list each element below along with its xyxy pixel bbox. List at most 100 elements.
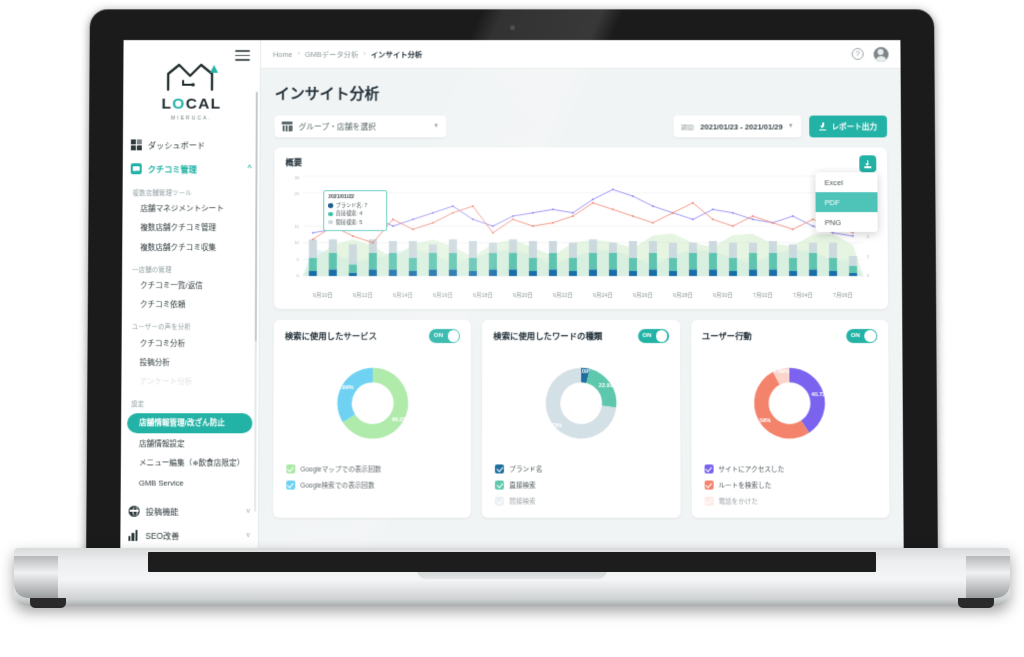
chart-x-tick: 6月16日 xyxy=(433,292,453,299)
logo-subtext: MIERUCA. xyxy=(170,115,212,122)
breadcrumb-item-gmb-data[interactable]: GMBデータ分析 xyxy=(305,49,359,60)
chevron-down-icon: ▼ xyxy=(433,123,440,130)
sidebar-item-survey-analysis[interactable]: アンケート分析 xyxy=(121,373,258,392)
sidebar-item-label: 投稿機能 xyxy=(145,507,179,517)
sidebar-item-store-info-settings[interactable]: 店舗情報設定 xyxy=(121,435,258,454)
sidebar-item-seo-improvement[interactable]: SEO改善 v xyxy=(120,523,258,547)
donut-card-row: 検索に使用したサービス ON 66.01% 33.99% Googleマップでの… xyxy=(273,320,890,518)
sidebar-group-settings: 設定 xyxy=(131,401,145,409)
legend-row[interactable]: 間接検索 xyxy=(495,496,667,506)
donut-title: 検索に使用したサービス xyxy=(284,331,378,342)
export-option-png[interactable]: PNG xyxy=(816,212,878,232)
sidebar-item-gmb-service[interactable]: GMB Service xyxy=(121,474,259,493)
chevron-down-icon: ▼ xyxy=(787,123,794,130)
store-select-label: グループ・店舗を選択 xyxy=(298,122,376,131)
donut-card-services: 検索に使用したサービス ON 66.01% 33.99% Googleマップでの… xyxy=(273,320,472,518)
hamburger-menu-icon[interactable] xyxy=(235,50,251,61)
local-mieruca-logo-icon xyxy=(167,63,219,92)
sidebar-item-review-management[interactable]: クチコミ管理 ^ xyxy=(123,157,260,181)
legend-checkbox[interactable] xyxy=(286,480,296,490)
export-option-excel[interactable]: Excel xyxy=(815,172,877,192)
legend-checkbox[interactable] xyxy=(704,463,714,474)
sidebar-item-store-info-management[interactable]: 店舗情報管理/改ざん防止 xyxy=(127,413,253,433)
legend-checkbox[interactable] xyxy=(495,480,505,490)
donut-slice-label: 33.99% xyxy=(334,385,353,391)
webcam-icon xyxy=(509,25,515,31)
legend-row[interactable]: Google検索での表示回数 xyxy=(286,480,458,490)
chart-x-tick: 6月24日 xyxy=(593,292,613,299)
tooltip-label: ブランド名: 7 xyxy=(335,203,368,210)
legend-row[interactable]: 直接検索 xyxy=(495,480,667,490)
sidebar-item-review-list-reply[interactable]: クチコミ一覧/返信 xyxy=(122,277,259,296)
laptop-foot-right xyxy=(958,598,994,608)
globe-icon xyxy=(128,505,140,517)
sidebar-item-label: ダッシュボード xyxy=(147,140,206,150)
date-range-picker[interactable]: 期間: 2021/01/23 - 2021/01/29 ▼ xyxy=(673,115,802,138)
legend-checkbox[interactable] xyxy=(495,496,505,506)
donut-slice-label: 66.01% xyxy=(392,417,411,423)
sidebar-group-multistore: 複数店舗管理ツール xyxy=(132,189,192,197)
chart-x-tick: 6月26日 xyxy=(633,292,653,299)
sidebar-item-review-request[interactable]: クチコミ依頼 xyxy=(122,296,259,315)
overview-chart[interactable]: 05101525300246810 2021/01/22 ブランド名: 7 xyxy=(285,172,877,304)
chart-export-button[interactable] xyxy=(859,155,877,173)
tooltip-row: 間接検索: 5 xyxy=(328,219,382,226)
chat-icon xyxy=(130,163,142,175)
main-area: Home › GMBデータ分析 › インサイト分析 ? インサイト分析 グループ… xyxy=(258,40,904,553)
export-option-pdf[interactable]: PDF xyxy=(815,192,878,213)
page-content: インサイト分析 グループ・店舗を選択 ▼ 期間: 2021/01/23 - 20… xyxy=(259,69,904,552)
legend-row[interactable]: サイトにアクセスした xyxy=(704,463,876,474)
sidebar-group-singlestore: 一店舗の管理 xyxy=(132,266,172,274)
sidebar-item-posting-feature[interactable]: 投稿機能 v xyxy=(120,499,258,523)
laptop-base-edge-right xyxy=(966,556,1010,598)
sidebar-item-store-management-sheet[interactable]: 店舗マネジメントシート xyxy=(122,200,259,219)
download-icon xyxy=(864,160,872,168)
avatar[interactable] xyxy=(873,46,889,62)
sidebar-item-multistore-review-management[interactable]: 複数店舗クチコミ管理 xyxy=(122,219,259,238)
report-export-button[interactable]: レポート出力 xyxy=(809,115,888,138)
store-select[interactable]: グループ・店舗を選択 ▼ xyxy=(274,115,447,138)
export-dropdown-menu: Excel PDF PNG xyxy=(815,172,878,233)
toggle-switch[interactable]: ON xyxy=(846,329,878,344)
chart-tooltip: 2021/01/22 ブランド名: 7 直接検索: 4 間接検索: 5 xyxy=(323,190,388,231)
legend-checkbox[interactable] xyxy=(286,463,296,474)
legend-checkbox[interactable] xyxy=(495,463,505,474)
sidebar-item-review-analysis[interactable]: クチコミ分析 xyxy=(122,334,259,353)
breadcrumb-separator-icon: › xyxy=(297,50,300,58)
breadcrumb-separator-icon: › xyxy=(363,50,366,58)
sidebar-item-menu-edit[interactable]: メニュー編集（※飲食店限定） xyxy=(121,454,259,473)
legend-checkbox[interactable] xyxy=(704,480,714,490)
sidebar-item-dashboard[interactable]: ダッシュボード xyxy=(123,133,260,157)
toggle-label: ON xyxy=(642,332,652,340)
donut-chart-wrap: 40.73% 51.58% 7.69% xyxy=(702,346,878,461)
svg-text:10: 10 xyxy=(294,241,299,246)
legend-row[interactable]: Googleマップでの表示回数 xyxy=(286,463,458,474)
download-icon xyxy=(819,123,827,131)
toggle-label: ON xyxy=(850,332,861,340)
legend-row[interactable]: ブランド名 xyxy=(495,463,667,474)
legend-checkbox[interactable] xyxy=(704,496,714,506)
toggle-switch[interactable]: ON xyxy=(637,329,669,344)
donut-chart: 40.73% 51.58% 7.69% xyxy=(752,367,831,439)
sidebar-group-voice-analysis: ユーザーの声を分析 xyxy=(131,324,191,332)
sidebar-item-post-analysis[interactable]: 投稿分析 xyxy=(121,354,258,373)
donut-chart: 66.01% 33.99% xyxy=(334,367,411,439)
screen: LOCAL MIERUCA. ダッシュボード クチコミ管理 ^ 複数店舗管理ツー… xyxy=(120,40,904,553)
laptop-base-edge-left xyxy=(14,556,58,598)
help-icon[interactable]: ? xyxy=(851,48,864,60)
page-title: インサイト分析 xyxy=(274,85,380,103)
topbar: Home › GMBデータ分析 › インサイト分析 ? xyxy=(260,40,901,69)
sidebar-nav: ダッシュボード クチコミ管理 ^ 複数店舗管理ツール 店舗マネジメントシート 複… xyxy=(120,127,259,548)
breadcrumb-item-home[interactable]: Home xyxy=(273,50,293,59)
toggle-switch[interactable]: ON xyxy=(429,329,461,344)
legend-row[interactable]: 電話をかけた xyxy=(704,496,876,506)
donut-slice-label: 22.91% xyxy=(599,383,618,389)
sidebar-item-label: クチコミ管理 xyxy=(147,164,197,174)
donut-title: ユーザー行動 xyxy=(701,331,752,342)
legend-label: 直接検索 xyxy=(509,482,536,490)
sidebar-item-multistore-review-collection[interactable]: 複数店舗クチコミ収集 xyxy=(122,238,259,257)
svg-text:4: 4 xyxy=(867,234,870,239)
legend-label: ブランド名 xyxy=(509,466,543,474)
legend-row[interactable]: ルートを検索した xyxy=(704,480,876,490)
donut-header: ユーザー行動 ON xyxy=(701,329,878,344)
